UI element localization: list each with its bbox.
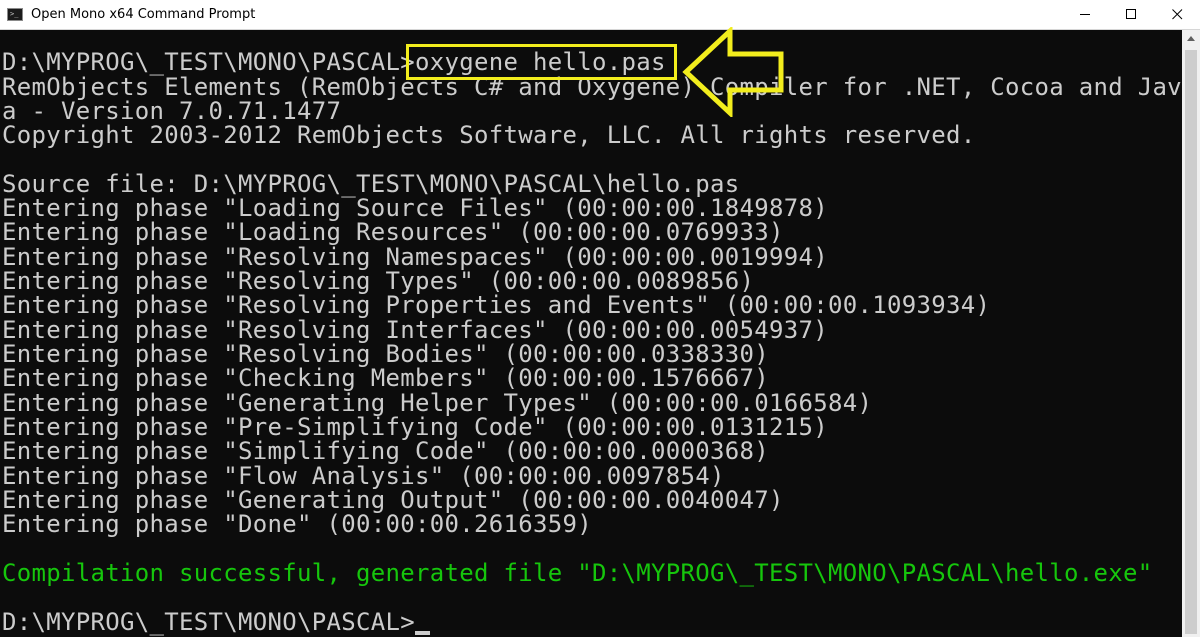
command-prompt-line: D:\MYPROG\_TEST\MONO\PASCAL> [2, 608, 415, 636]
console-window: >_ Open Mono x64 Command Prompt D:\MYPRO… [0, 0, 1200, 637]
terminal-line: Entering phase "Loading Resources" (00:0… [2, 218, 784, 246]
command-prompt-icon[interactable]: >_ [7, 8, 23, 21]
minimize-button[interactable] [1062, 0, 1108, 29]
terminal-line: Entering phase "Checking Members" (00:00… [2, 364, 769, 392]
chevron-up-icon [1187, 36, 1195, 41]
terminal-line: Entering phase "Generating Output" (00:0… [2, 486, 784, 514]
terminal-line: a - Version 7.0.71.1477 [2, 97, 342, 125]
terminal-line: Entering phase "Resolving Properties and… [2, 291, 991, 319]
terminal-line: Entering phase "Resolving Interfaces" (0… [2, 316, 828, 344]
terminal-line: Entering phase "Loading Source Files" (0… [2, 194, 828, 222]
terminal-line: Entering phase "Pre-Simplifying Code" (0… [2, 413, 828, 441]
text-cursor [415, 631, 430, 635]
terminal-line: Entering phase "Resolving Types" (00:00:… [2, 267, 755, 295]
terminal-line: Entering phase "Resolving Bodies" (00:00… [2, 340, 769, 368]
terminal-line: Entering phase "Simplifying Code" (00:00… [2, 437, 769, 465]
title-bar[interactable]: >_ Open Mono x64 Command Prompt [0, 0, 1200, 30]
window-title: Open Mono x64 Command Prompt [31, 7, 256, 22]
vertical-scrollbar[interactable] [1182, 30, 1200, 637]
terminal-line: Entering phase "Done" (00:00:00.2616359) [2, 510, 592, 538]
command-highlight-box [406, 44, 677, 80]
close-icon [1172, 9, 1183, 20]
maximize-icon [1126, 9, 1136, 19]
terminal-output[interactable]: D:\MYPROG\_TEST\MONO\PASCAL>oxygene hell… [0, 30, 1182, 637]
compilation-success-line: Compilation successful, generated file "… [2, 559, 1153, 587]
close-button[interactable] [1154, 0, 1200, 29]
minimize-icon [1080, 14, 1090, 15]
scrollbar-thumb[interactable] [1185, 50, 1197, 634]
arrow-left-icon [682, 27, 784, 117]
maximize-button[interactable] [1108, 0, 1154, 29]
terminal-line: Source file: D:\MYPROG\_TEST\MONO\PASCAL… [2, 170, 740, 198]
terminal-line: Entering phase "Flow Analysis" (00:00:00… [2, 462, 725, 490]
terminal-line: Entering phase "Resolving Namespaces" (0… [2, 243, 828, 271]
scroll-up-button[interactable] [1182, 30, 1200, 47]
terminal-line: Copyright 2003-2012 RemObjects Software,… [2, 121, 976, 149]
terminal-line: Entering phase "Generating Helper Types"… [2, 389, 873, 417]
